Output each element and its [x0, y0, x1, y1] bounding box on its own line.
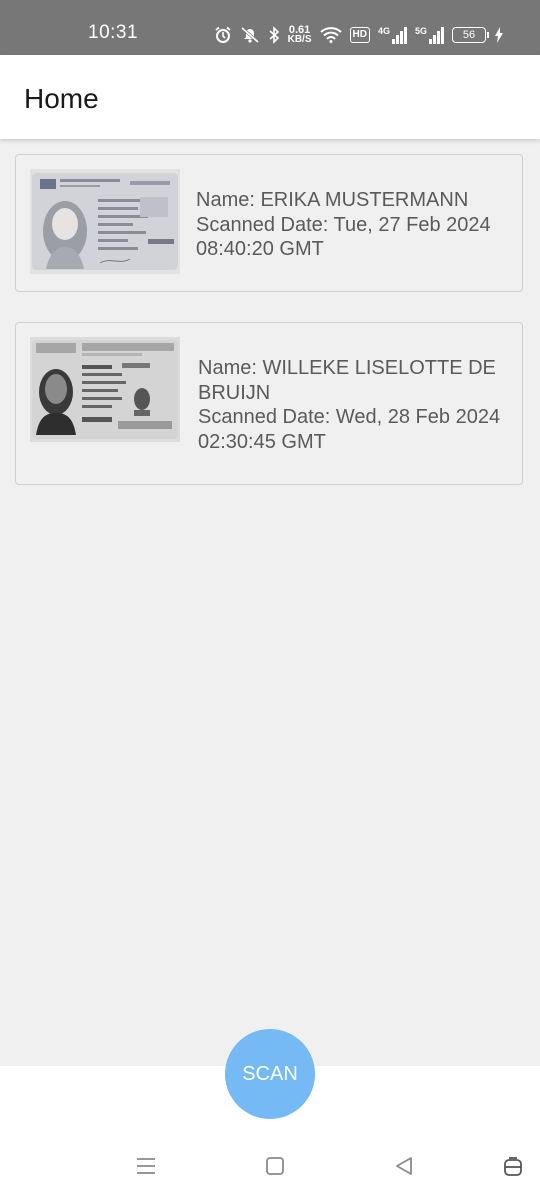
id-card-thumbnail: [30, 169, 180, 274]
home-icon[interactable]: [265, 1156, 285, 1181]
app-bar: Home: [0, 55, 540, 139]
net-speed-unit: KB/S: [287, 34, 312, 45]
status-bar: 10:31 0.61 KB/S HD 4G 5G 56: [0, 0, 540, 55]
bluetooth-icon: [268, 26, 280, 44]
alarm-icon: [214, 26, 232, 44]
scan-button-label: SCAN: [242, 1062, 298, 1085]
status-time: 10:31: [88, 22, 139, 43]
scan-name: Name: ERIKA MUSTERMANN: [196, 189, 469, 211]
menu-icon[interactable]: [136, 1156, 156, 1181]
battery-indicator: 56: [452, 27, 489, 43]
scan-card[interactable]: Name: ERIKA MUSTERMANN Scanned Date: Tue…: [15, 154, 523, 292]
status-icons: 0.61 KB/S HD 4G 5G 56: [214, 23, 504, 47]
wifi-icon: [319, 27, 342, 43]
signal-5g-label: 5G: [414, 25, 427, 36]
signal-4g-label: 4G: [377, 25, 390, 36]
charging-icon: [494, 26, 504, 44]
hd-badge: HD: [349, 27, 370, 43]
battery-level: 56: [462, 29, 476, 41]
net-speed: 0.61 KB/S: [287, 25, 312, 45]
signal-5g: 5G: [414, 25, 444, 44]
scan-button[interactable]: SCAN: [225, 1029, 315, 1119]
back-icon[interactable]: [394, 1156, 414, 1181]
scan-card-text: Name: WILLEKE LISELOTTE DE BRUIJN Scanne…: [198, 356, 508, 454]
signal-4g: 4G: [377, 25, 407, 44]
scan-date: Scanned Date: Tue, 27 Feb 2024 08:40:20 …: [196, 213, 491, 261]
scan-name: Name: WILLEKE LISELOTTE DE BRUIJN: [198, 357, 496, 404]
scan-card-text: Name: ERIKA MUSTERMANN Scanned Date: Tue…: [196, 188, 516, 262]
id-card-thumbnail: [30, 337, 180, 442]
mute-icon: [240, 26, 260, 44]
scan-card[interactable]: Name: WILLEKE LISELOTTE DE BRUIJN Scanne…: [15, 322, 523, 485]
scan-date: Scanned Date: Wed, 28 Feb 2024 02:30:45 …: [198, 406, 501, 453]
page-title: Home: [24, 83, 99, 114]
assistant-icon[interactable]: [502, 1156, 524, 1183]
